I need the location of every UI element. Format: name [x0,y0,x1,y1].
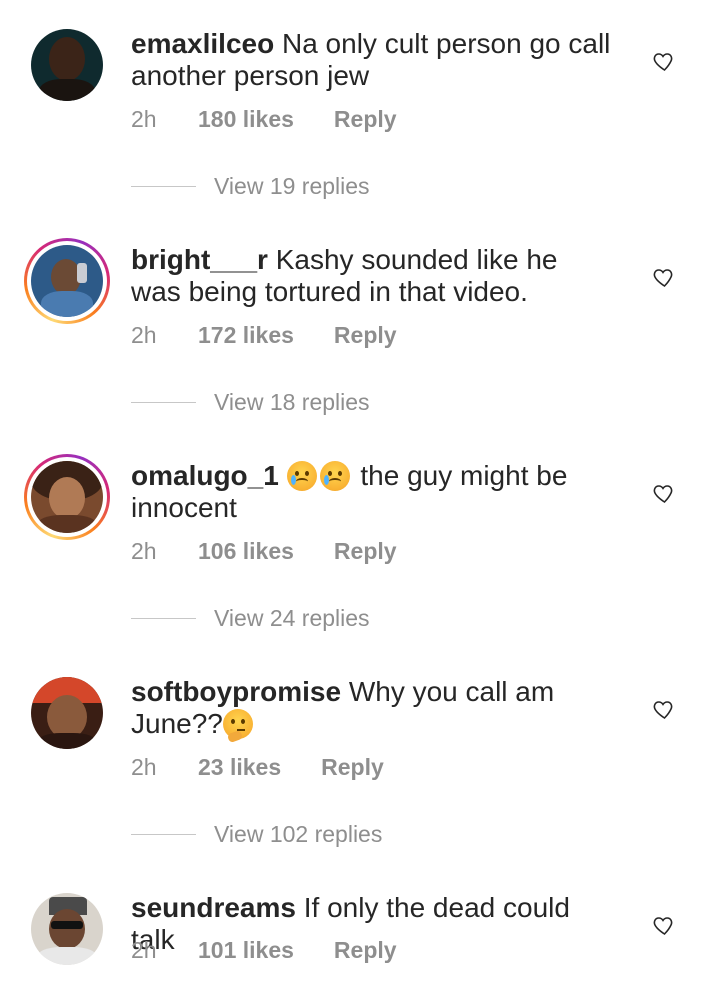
comment-text: emaxlilceo Na only cult person go call a… [131,28,611,92]
comment-time: 2h [131,754,157,780]
view-replies-link[interactable]: View 102 replies [131,821,382,848]
comment-username[interactable]: seundreams [131,892,296,923]
avatar[interactable] [24,454,110,540]
reply-button[interactable]: Reply [334,538,397,565]
heart-outline-icon[interactable] [652,914,676,938]
comment-username[interactable]: emaxlilceo [131,28,274,59]
comment-meta: 2h 172 likes Reply [131,322,397,349]
comment-text: softboypromise Why you call am June?? [131,676,611,744]
heart-outline-icon[interactable] [652,50,676,74]
divider [131,186,196,187]
heart-outline-icon[interactable] [652,698,676,722]
heart-outline-icon[interactable] [652,482,676,506]
comment-likes[interactable]: 23 likes [198,754,281,781]
avatar[interactable] [24,886,110,972]
comment-meta: 2h 23 likes Reply [131,754,384,781]
reply-button[interactable]: Reply [321,754,384,781]
divider [131,618,196,619]
comment-likes[interactable]: 172 likes [198,322,294,349]
reply-button[interactable]: Reply [334,106,397,133]
divider [131,834,196,835]
comment-likes[interactable]: 180 likes [198,106,294,133]
comment-time: 2h [131,937,157,963]
view-replies-label[interactable]: View 19 replies [214,173,370,200]
reply-button[interactable]: Reply [334,937,397,964]
comment-username[interactable]: omalugo_1 [131,460,279,491]
view-replies-link[interactable]: View 18 replies [131,389,370,416]
thinking-face-icon [222,709,253,744]
comment-time: 2h [131,538,157,564]
comment-time: 2h [131,322,157,348]
view-replies-link[interactable]: View 19 replies [131,173,370,200]
view-replies-link[interactable]: View 24 replies [131,605,370,632]
comment-meta: 2h 106 likes Reply [131,538,397,565]
comment-username[interactable]: softboypromise [131,676,341,707]
crying-face-icon [319,461,350,491]
view-replies-label[interactable]: View 18 replies [214,389,370,416]
comment-meta: 2h 180 likes Reply [131,106,397,133]
comment-likes[interactable]: 106 likes [198,538,294,565]
comment-text: omalugo_1 the guy might be innocent [131,460,611,524]
comment-username[interactable]: bright___r [131,244,268,275]
view-replies-label[interactable]: View 24 replies [214,605,370,632]
avatar[interactable] [24,670,110,756]
heart-outline-icon[interactable] [652,266,676,290]
avatar[interactable] [24,238,110,324]
reply-button[interactable]: Reply [334,322,397,349]
comment-meta: 2h 101 likes Reply [131,937,397,964]
crying-face-icon [286,461,317,491]
comment-likes[interactable]: 101 likes [198,937,294,964]
comment-text: bright___r Kashy sounded like he was bei… [131,244,611,308]
comment-time: 2h [131,106,157,132]
divider [131,402,196,403]
view-replies-label[interactable]: View 102 replies [214,821,382,848]
avatar[interactable] [24,22,110,108]
